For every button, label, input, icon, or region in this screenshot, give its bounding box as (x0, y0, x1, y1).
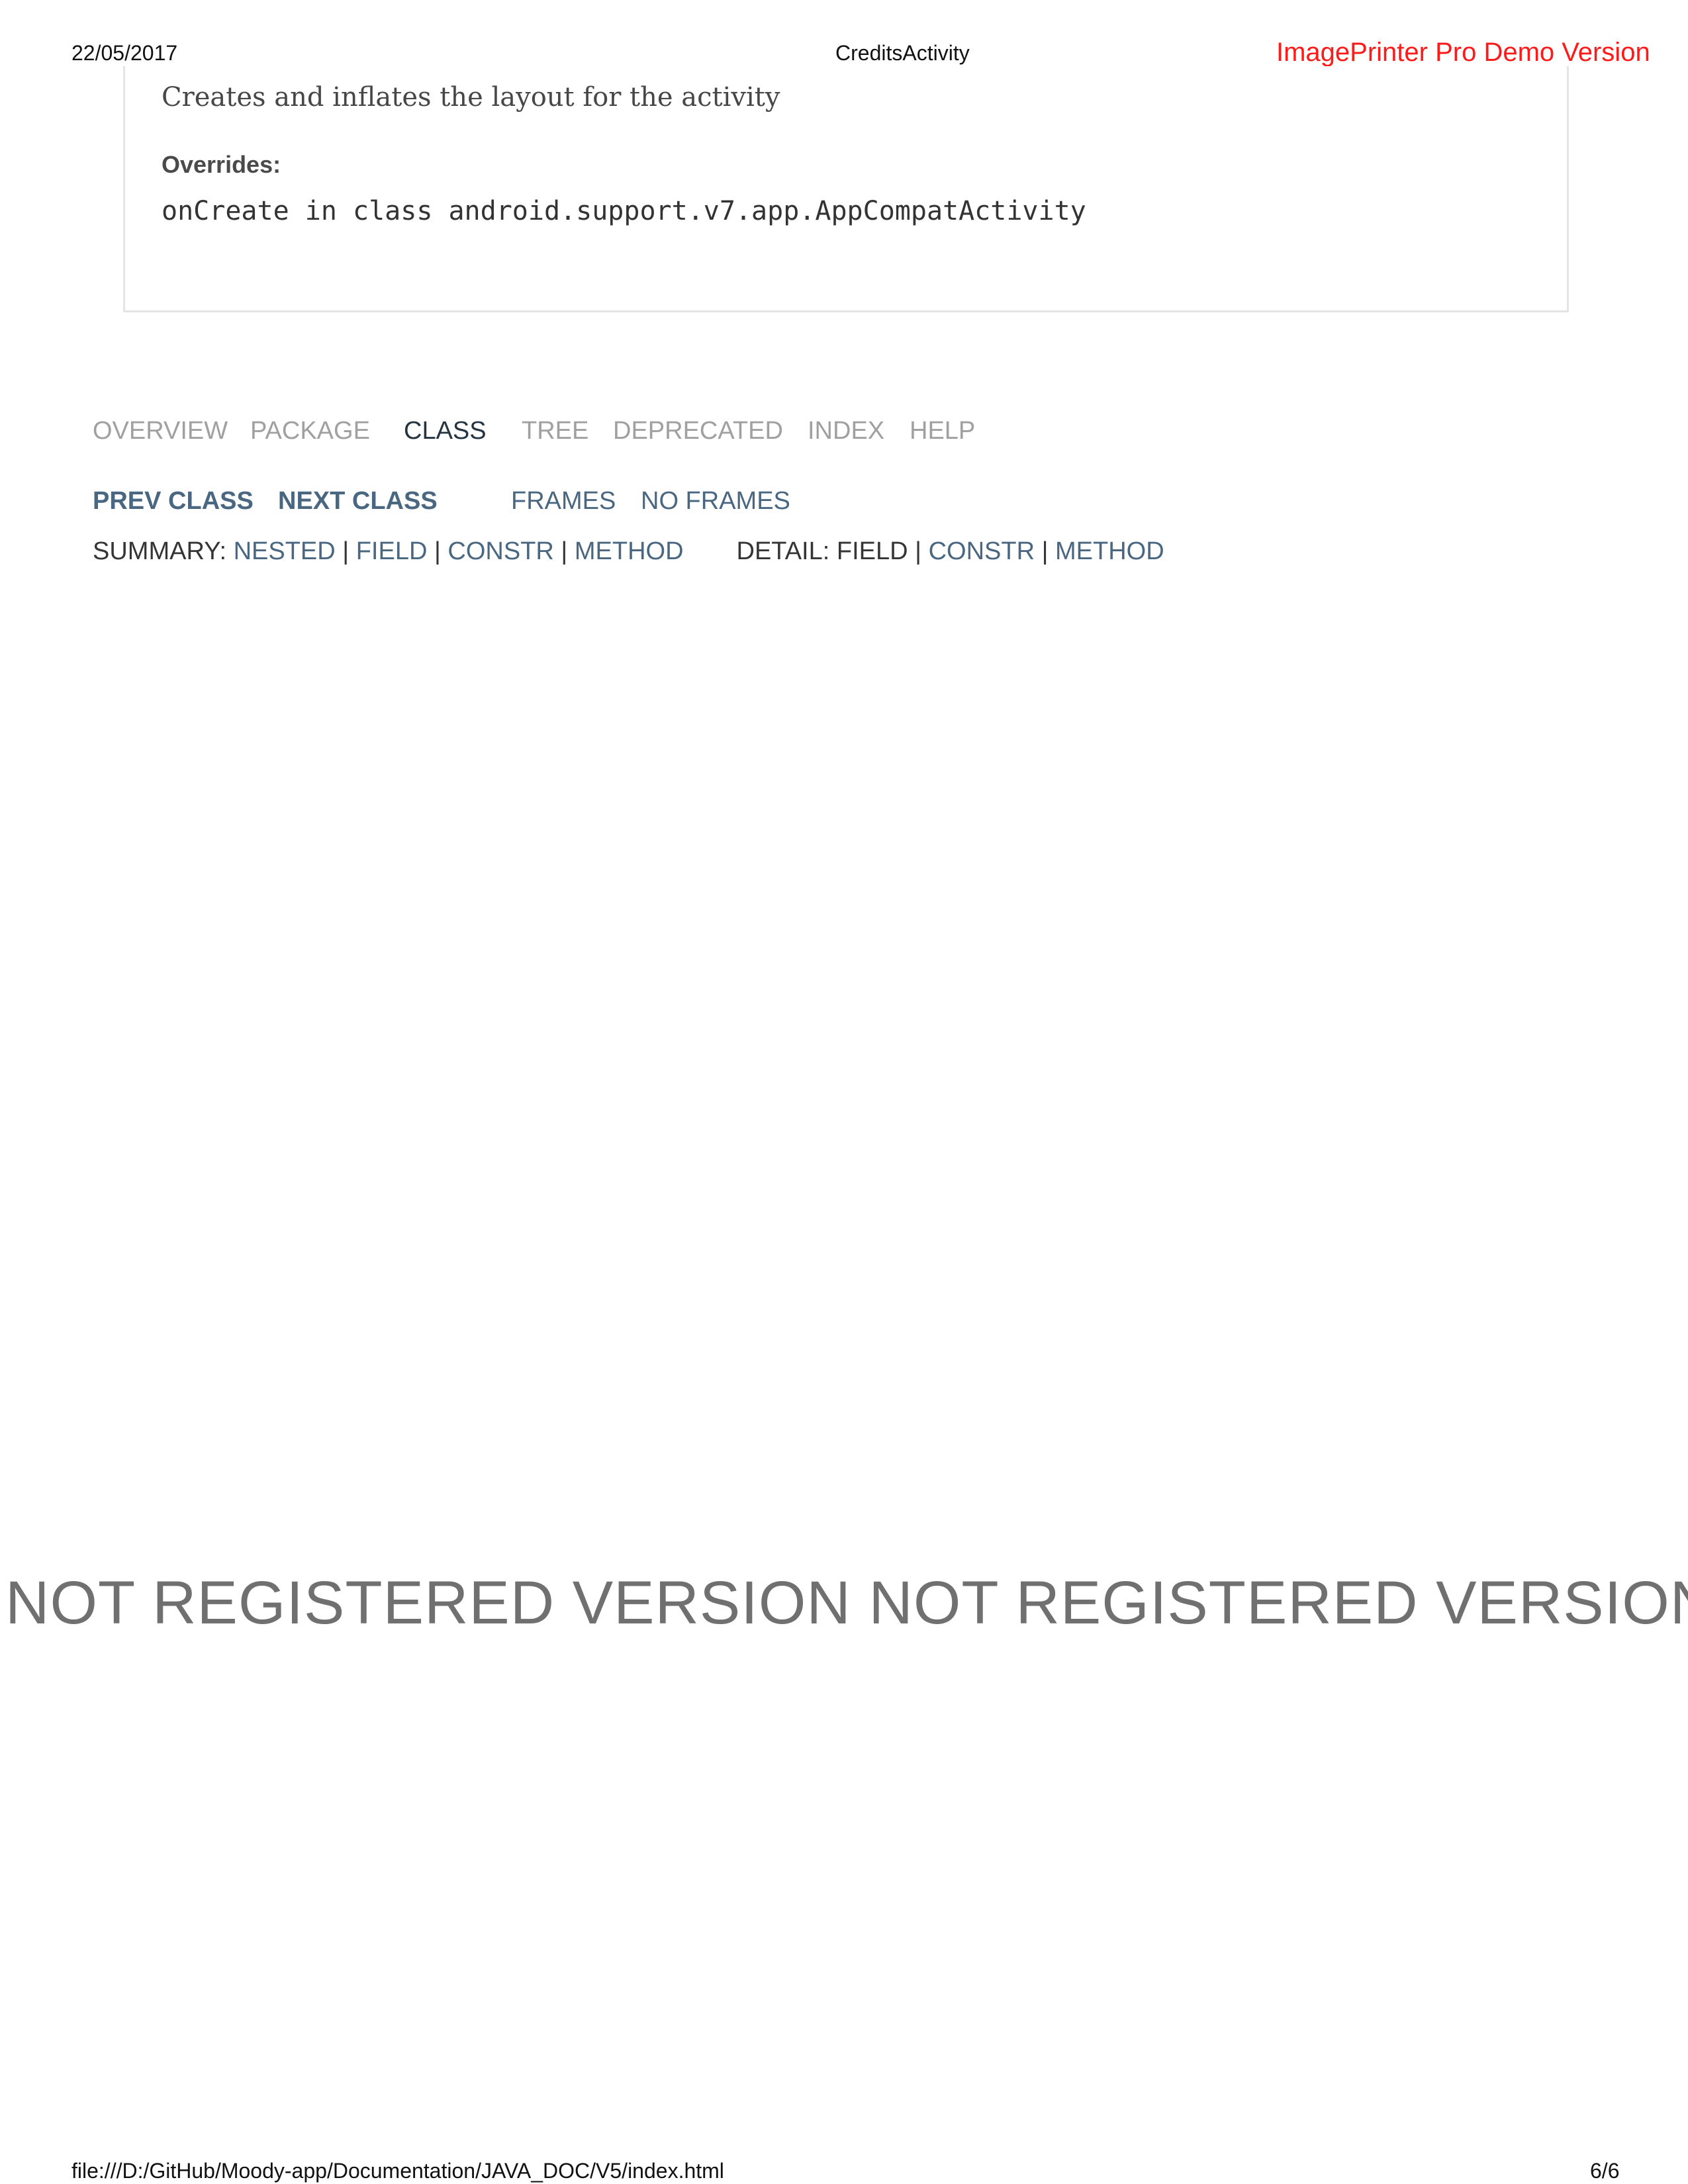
overrides-label: Overrides: (162, 151, 281, 178)
nav-package[interactable]: PACKAGE (250, 417, 370, 445)
next-class-link[interactable]: NEXT CLASS (278, 487, 438, 516)
detail-method-link[interactable]: METHOD (1055, 537, 1164, 565)
frames-link[interactable]: FRAMES (511, 487, 616, 516)
summary-field-link[interactable]: FIELD (356, 537, 428, 565)
nav-deprecated[interactable]: DEPRECATED (613, 417, 783, 445)
separator: | (335, 537, 356, 565)
nav-index[interactable]: INDEX (808, 417, 884, 445)
print-page-number: 6/6 (1590, 2159, 1620, 2183)
summary-nested-link[interactable]: NESTED (234, 537, 336, 565)
prev-class-link[interactable]: PREV CLASS (93, 487, 254, 516)
print-date: 22/05/2017 (71, 41, 178, 65)
detail-constr-link[interactable]: CONSTR (929, 537, 1035, 565)
unregistered-watermark: NOT REGISTERED VERSION NOT REGISTERED VE… (5, 1569, 1688, 1637)
separator: | (427, 537, 448, 565)
nav-overview[interactable]: OVERVIEW (93, 417, 228, 445)
print-footer-url: file:///D:/GitHub/Moody-app/Documentatio… (71, 2159, 724, 2183)
detail-label: DETAIL: (736, 537, 837, 565)
nav-class: CLASS (404, 417, 487, 445)
nav-tree[interactable]: TREE (522, 417, 588, 445)
separator: | (553, 537, 575, 565)
detail-field-text: FIELD (836, 537, 908, 565)
summary-detail-nav: SUMMARY: NESTED | FIELD | CONSTR | METHO… (93, 537, 1164, 566)
no-frames-link[interactable]: NO FRAMES (641, 487, 790, 516)
demo-notice-line-1: ImagePrinter Pro Demo Version (1276, 38, 1650, 67)
print-page-title: CreditsActivity (835, 41, 970, 65)
summary-label: SUMMARY: (93, 537, 234, 565)
summary-method-link[interactable]: METHOD (575, 537, 684, 565)
separator: | (1035, 537, 1056, 565)
method-description: Creates and inflates the layout for the … (162, 82, 780, 113)
summary-constr-link[interactable]: CONSTR (447, 537, 553, 565)
overrides-code: onCreate in class android.support.v7.app… (162, 196, 1086, 226)
nav-help[interactable]: HELP (910, 417, 975, 445)
separator: | (908, 537, 929, 565)
